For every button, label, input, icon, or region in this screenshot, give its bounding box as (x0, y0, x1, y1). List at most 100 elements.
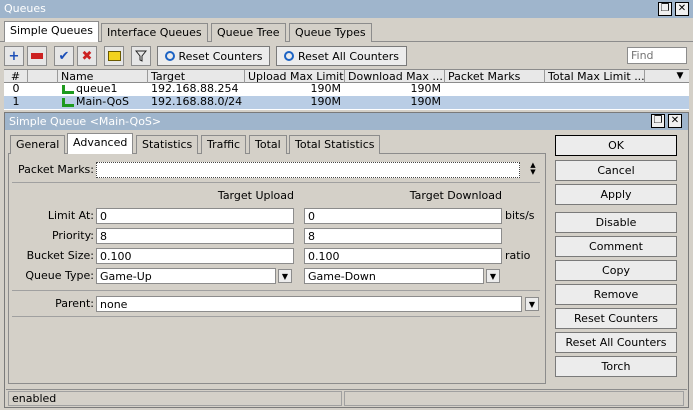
tab-interface-queues[interactable]: Interface Queues (101, 23, 208, 42)
filter-button[interactable] (131, 46, 151, 66)
divider (12, 316, 540, 317)
table-header: # Name Target Upload Max Limit Download … (4, 69, 689, 84)
col-upload-max[interactable]: Upload Max Limit (245, 70, 345, 84)
window-title: Queues (4, 2, 46, 15)
add-button[interactable]: + (4, 46, 24, 66)
packet-marks-updown-icon[interactable]: ▲ ▼ (526, 162, 540, 178)
status-cell-empty (344, 391, 684, 406)
row-name: queue1 (76, 83, 118, 95)
tab-simple-queues[interactable]: Simple Queues (4, 21, 99, 42)
col-name[interactable]: Name (58, 70, 148, 84)
table-row-selected[interactable]: 1 Main-QoS 192.168.88.0/24 190M 190M (4, 96, 689, 109)
torch-button[interactable]: Torch (555, 356, 677, 377)
queue-type-label: Queue Type: (25, 269, 94, 282)
filter-icon (135, 50, 147, 62)
comment-icon (107, 51, 121, 61)
limit-at-unit: bits/s (505, 209, 535, 222)
divider (12, 290, 540, 291)
window-titlebar: Queues (0, 0, 693, 18)
parent-dropdown-icon[interactable]: ▼ (525, 297, 539, 311)
packet-marks-label: Packet Marks: (17, 163, 94, 176)
restore-button[interactable]: ❐ (658, 2, 672, 16)
reset-counters-button-dialog[interactable]: Reset Counters (555, 308, 677, 329)
priority-upload-input[interactable]: 8 (96, 228, 294, 244)
row-name: Main-QoS (76, 96, 130, 108)
target-download-header: Target Download (409, 189, 502, 202)
close-button[interactable]: ✕ (675, 2, 689, 16)
target-upload-header: Target Upload (217, 189, 294, 202)
tab-total-statistics[interactable]: Total Statistics (289, 135, 381, 154)
table-row[interactable]: 0 queue1 192.168.88.254 190M 190M (4, 83, 689, 96)
disable-button-dialog[interactable]: Disable (555, 212, 677, 233)
check-icon: ✔ (58, 48, 70, 64)
row-num: 1 (12, 96, 20, 108)
cancel-button[interactable]: Cancel (555, 160, 677, 181)
bucket-size-label: Bucket Size: (26, 249, 94, 262)
priority-download-input[interactable]: 8 (304, 228, 502, 244)
col-num[interactable]: # (4, 70, 28, 84)
queue-icon (62, 85, 74, 94)
divider (12, 182, 540, 183)
reset-counters-label: Reset Counters (178, 49, 263, 63)
remove-button[interactable] (27, 46, 47, 66)
col-download-max[interactable]: Download Max ... (345, 70, 445, 84)
bucket-size-upload-input[interactable]: 0.100 (96, 248, 294, 264)
dialog-title: Simple Queue <Main-QoS> (9, 115, 162, 128)
dialog-close-button[interactable]: ✕ (668, 114, 682, 128)
limit-at-download-input[interactable]: 0 (304, 208, 502, 224)
parent-label: Parent: (55, 297, 94, 310)
row-upload: 190M (310, 96, 342, 108)
tab-advanced[interactable]: Advanced (67, 133, 134, 154)
limit-at-label: Limit At: (47, 209, 94, 222)
row-num: 0 (12, 83, 20, 95)
col-spacer (28, 70, 58, 84)
reset-all-counters-label: Reset All Counters (297, 49, 400, 63)
row-target: 192.168.88.0/24 (151, 96, 243, 108)
tab-total[interactable]: Total (249, 135, 287, 154)
queue-type-upload-dropdown-icon[interactable]: ▼ (278, 269, 292, 283)
col-target[interactable]: Target (148, 70, 245, 84)
reset-counters-button[interactable]: Reset Counters (157, 46, 270, 66)
tab-statistics[interactable]: Statistics (136, 135, 199, 154)
bucket-size-unit: ratio (505, 249, 531, 262)
reset-icon (164, 51, 175, 61)
tab-general[interactable]: General (10, 135, 66, 154)
comment-button-dialog[interactable]: Comment (555, 236, 677, 257)
queue-icon (62, 98, 74, 107)
dialog-titlebar: Simple Queue <Main-QoS> (5, 113, 688, 130)
queue-type-upload-select[interactable]: Game-Up (96, 268, 276, 284)
reset-all-counters-button[interactable]: Reset All Counters (276, 46, 407, 66)
ok-button[interactable]: OK (555, 135, 677, 156)
queue-type-download-select[interactable]: Game-Down (304, 268, 484, 284)
tab-queue-tree[interactable]: Queue Tree (211, 23, 286, 42)
minus-icon (31, 53, 43, 59)
remove-button-dialog[interactable]: Remove (555, 284, 677, 305)
copy-button[interactable]: Copy (555, 260, 677, 281)
status-text: enabled (8, 391, 342, 406)
column-menu-icon[interactable]: ▼ (673, 70, 687, 83)
row-download: 190M (410, 96, 442, 108)
enable-button[interactable]: ✔ (54, 46, 74, 66)
cross-icon: ✖ (81, 48, 93, 64)
row-download: 190M (410, 83, 442, 95)
find-input[interactable] (627, 47, 687, 64)
reset-all-counters-button-dialog[interactable]: Reset All Counters (555, 332, 677, 353)
dialog-restore-button[interactable]: ❐ (651, 114, 665, 128)
packet-marks-field[interactable] (96, 162, 520, 178)
bucket-size-download-input[interactable]: 0.100 (304, 248, 502, 264)
col-total-max[interactable]: Total Max Limit ... (545, 70, 645, 84)
queue-type-download-dropdown-icon[interactable]: ▼ (486, 269, 500, 283)
reset-all-icon (283, 51, 294, 61)
comment-button[interactable] (104, 46, 124, 66)
priority-label: Priority: (51, 229, 94, 242)
col-packet-marks[interactable]: Packet Marks (445, 70, 545, 84)
plus-icon: + (8, 48, 20, 64)
tab-traffic[interactable]: Traffic (201, 135, 247, 154)
row-target: 192.168.88.254 (151, 83, 239, 95)
disable-button[interactable]: ✖ (77, 46, 97, 66)
row-upload: 190M (310, 83, 342, 95)
apply-button[interactable]: Apply (555, 184, 677, 205)
parent-select[interactable]: none (96, 296, 522, 312)
limit-at-upload-input[interactable]: 0 (96, 208, 294, 224)
tab-queue-types[interactable]: Queue Types (289, 23, 372, 42)
